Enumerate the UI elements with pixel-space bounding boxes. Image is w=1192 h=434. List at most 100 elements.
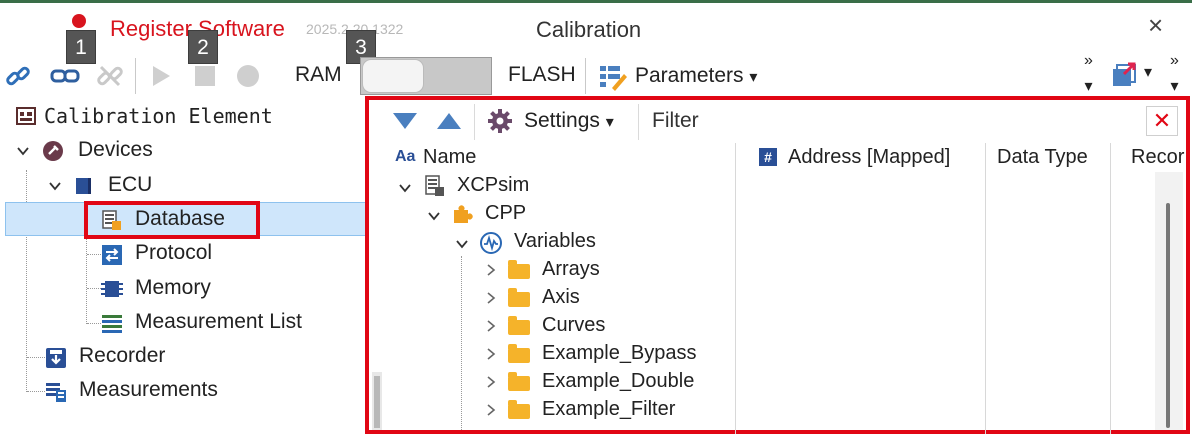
tree-guide	[27, 391, 45, 392]
folder-icon	[508, 372, 530, 391]
toolbar-overflow-button-2[interactable]: » ▾	[1170, 52, 1179, 95]
measurement-list-icon	[101, 313, 123, 335]
step-badge-1: 1	[66, 30, 96, 64]
chevron-right-icon[interactable]	[484, 403, 498, 422]
calibration-element-icon	[16, 106, 36, 126]
settings-menu[interactable]: Settings ▾	[524, 109, 614, 133]
folder-icon	[508, 316, 530, 335]
expand-up-icon[interactable]	[436, 111, 462, 131]
ecu-icon	[74, 176, 94, 196]
devices-icon	[42, 140, 64, 162]
tree-guide	[87, 288, 101, 289]
chevron-right-icon[interactable]	[484, 347, 498, 366]
flash-label: FLASH	[508, 63, 576, 86]
play-icon[interactable]	[145, 61, 175, 91]
left-scrollbar-thumb[interactable]	[374, 376, 380, 428]
window-top-border	[0, 0, 1192, 3]
variables-icon	[479, 231, 503, 255]
measurements-icon	[45, 381, 67, 403]
folder-label: Arrays	[542, 258, 600, 280]
chevron-down-icon[interactable]	[48, 179, 62, 196]
toolbar-overflow-button[interactable]: » ▾	[1084, 52, 1093, 95]
chevron-right-icon[interactable]	[484, 319, 498, 338]
tree-guide	[461, 256, 462, 430]
ram-label: RAM	[295, 63, 342, 86]
folder-label: Curves	[542, 314, 606, 336]
folder-label: Example_Bypass	[542, 342, 697, 364]
toggle-knob	[362, 59, 424, 93]
close-window-button[interactable]: ×	[1148, 12, 1163, 38]
toolbar-separator	[585, 58, 586, 94]
chevron-down-icon[interactable]	[398, 181, 412, 200]
column-divider	[985, 143, 986, 434]
chevron-right-icon[interactable]	[484, 291, 498, 310]
filter-input[interactable]: Filter	[652, 109, 699, 133]
tree-item-memory[interactable]: Memory	[135, 276, 211, 300]
folder-icon	[508, 260, 530, 279]
step-badge-2: 2	[188, 30, 218, 64]
column-header-data-type[interactable]: Data Type	[997, 146, 1088, 169]
export-icon[interactable]	[1110, 60, 1140, 90]
protocol-icon	[101, 244, 123, 266]
tree-item-measurements[interactable]: Measurements	[79, 378, 218, 402]
column-header-address[interactable]: Address [Mapped]	[788, 146, 950, 169]
folder-icon	[508, 344, 530, 363]
tree-guide	[27, 357, 45, 358]
folder-label: Example_Double	[542, 370, 695, 392]
chevron-down-icon[interactable]	[455, 237, 469, 256]
column-divider	[735, 143, 736, 434]
folder-icon	[508, 400, 530, 419]
folder-label: Example_Filter	[542, 398, 676, 420]
chevron-down-icon: ▾	[605, 114, 614, 131]
database-icon	[424, 175, 446, 197]
disconnect-icon[interactable]	[95, 61, 125, 91]
column-header-record[interactable]: Recor	[1131, 146, 1185, 169]
parameters-label: Parameters	[635, 64, 744, 87]
chevron-down-icon: ▾	[1084, 78, 1093, 95]
settings-label: Settings	[524, 109, 600, 132]
overflow-icon: »	[1084, 52, 1093, 69]
parameters-icon[interactable]	[598, 62, 628, 92]
connect-icon[interactable]	[50, 61, 80, 91]
row-cpp[interactable]: CPP	[485, 202, 526, 225]
database-icon	[101, 210, 123, 232]
chevron-right-icon[interactable]	[484, 375, 498, 394]
gear-icon[interactable]	[487, 108, 513, 134]
window-title: Calibration	[536, 17, 642, 42]
overflow-icon: »	[1170, 52, 1179, 69]
panel-toolbar-separator	[474, 104, 475, 140]
tree-item-measurement-list[interactable]: Measurement List	[135, 310, 302, 334]
vertical-scrollbar-thumb[interactable]	[1166, 203, 1170, 428]
tree-label-ecu: ECU	[108, 173, 153, 196]
puzzle-icon	[451, 203, 473, 225]
folder-icon	[508, 288, 530, 307]
folder-label: Axis	[542, 286, 580, 308]
chevron-down-icon: ▾	[749, 69, 758, 86]
stop-icon[interactable]	[190, 61, 220, 91]
toolbar-separator	[135, 58, 136, 94]
column-divider	[1110, 143, 1111, 434]
clear-filter-button[interactable]: ✕	[1146, 106, 1178, 136]
row-xcpsim[interactable]: XCPsim	[457, 174, 529, 197]
export-dropdown[interactable]: ▾	[1144, 62, 1152, 82]
row-variables[interactable]: Variables	[514, 230, 596, 253]
chevron-down-icon: ▾	[1170, 78, 1179, 95]
column-header-name[interactable]: Name	[423, 146, 476, 169]
ram-flash-toggle[interactable]	[360, 57, 492, 95]
tree-item-protocol[interactable]: Protocol	[135, 241, 212, 265]
panel-toolbar-separator	[638, 104, 639, 140]
recorder-icon	[45, 347, 67, 369]
parameters-menu[interactable]: Parameters ▾	[635, 64, 757, 88]
chevron-right-icon[interactable]	[484, 263, 498, 282]
chevron-down-icon[interactable]	[16, 144, 30, 161]
collapse-down-icon[interactable]	[392, 111, 418, 131]
tree-root-label: Calibration Element	[44, 104, 273, 128]
tree-guide	[87, 254, 101, 255]
link-icon[interactable]	[3, 61, 33, 91]
chevron-down-icon[interactable]	[427, 209, 441, 228]
text-type-icon: Aa	[395, 148, 416, 165]
tree-item-recorder[interactable]: Recorder	[79, 344, 165, 368]
record-icon[interactable]	[233, 61, 263, 91]
number-type-icon: #	[759, 148, 777, 166]
tree-label-database[interactable]: Database	[135, 207, 225, 231]
